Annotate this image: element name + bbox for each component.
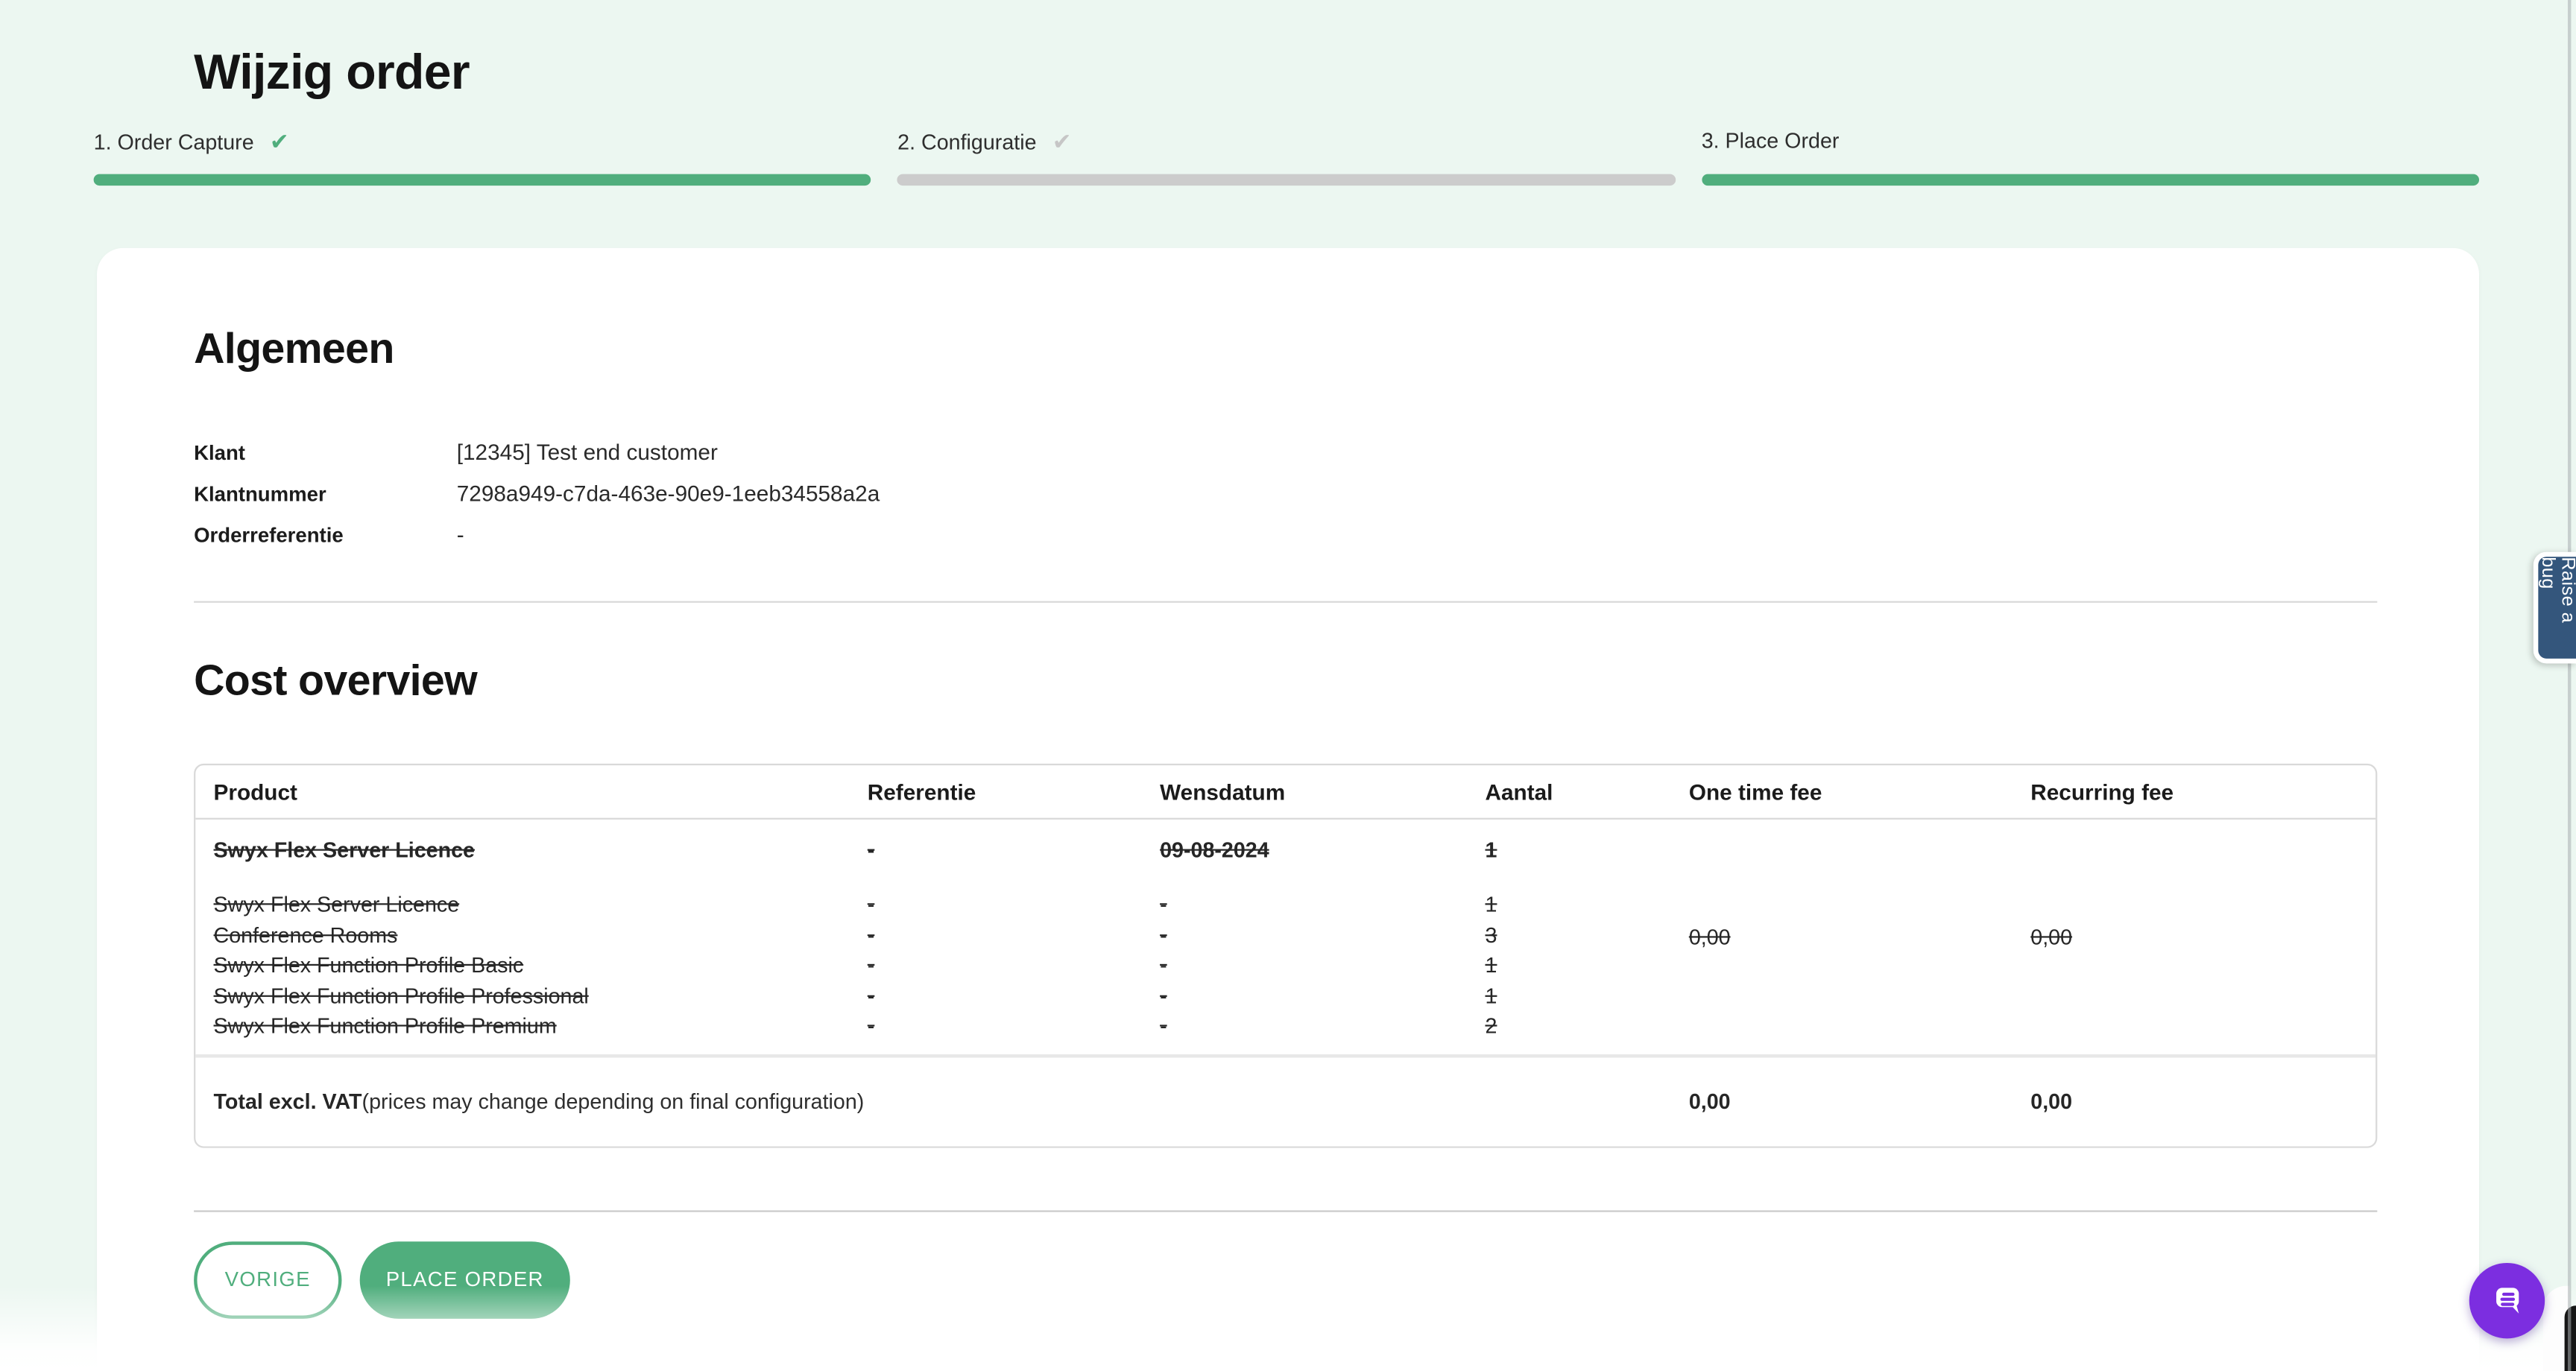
sub-aantal: 1 (1486, 951, 1689, 981)
sub-referentie: - (868, 981, 1160, 1012)
cost-table: Product Referentie Wensdatum Aantal One … (194, 764, 2377, 1147)
total-one-time-fee: 0,00 (1689, 1089, 2030, 1113)
chat-launcher-button[interactable] (2469, 1263, 2545, 1338)
field-value: - (457, 522, 2378, 547)
stepper: 1. Order Capture ✔ 2. Configuratie ✔ 3. … (0, 128, 2576, 156)
aantal-column: 1 1 3 1 1 2 (1486, 831, 1689, 1042)
page-title: Wijzig order (194, 45, 2576, 104)
sub-wensdatum: - (1160, 1012, 1485, 1042)
order-summary-card: Algemeen Klant [12345] Test end customer… (97, 248, 2479, 1371)
sub-referentie: - (868, 920, 1160, 951)
scrollbar-edge[interactable] (2568, 0, 2571, 1371)
step-label: 2. Configuratie (897, 130, 1036, 154)
check-icon: ✔ (270, 128, 289, 154)
stepper-progress (0, 174, 2576, 186)
action-buttons: VORIGE PLACE ORDER (194, 1241, 2377, 1318)
order-page: Wijzig order 1. Order Capture ✔ 2. Confi… (0, 0, 2576, 1371)
sub-wensdatum: - (1160, 890, 1485, 921)
sub-aantal: 3 (1486, 920, 1689, 951)
column-header-wensdatum: Wensdatum (1160, 779, 1485, 804)
sub-aantal: 1 (1486, 981, 1689, 1012)
total-label-note: (prices may change depending on final co… (362, 1089, 865, 1113)
field-label: Orderreferentie (194, 523, 457, 546)
sub-wensdatum: - (1160, 920, 1485, 951)
sub-aantal: 1 (1486, 890, 1689, 921)
field-orderreferentie: Orderreferentie - (194, 514, 2377, 555)
product-column: Swyx Flex Server Licence Swyx Flex Serve… (195, 831, 867, 1042)
main-aantal: 1 (1486, 831, 1689, 870)
step-order-capture[interactable]: 1. Order Capture ✔ (94, 128, 871, 156)
progress-bar-step-1 (94, 174, 871, 186)
chat-bubble-icon (2482, 1276, 2531, 1326)
product-group-row: Swyx Flex Server Licence Swyx Flex Serve… (195, 820, 2375, 1054)
field-klantnummer: Klantnummer 7298a949-c7da-463e-90e9-1eeb… (194, 473, 2377, 514)
column-header-aantal: Aantal (1486, 779, 1689, 804)
progress-bar-step-2 (897, 174, 1675, 186)
section-divider (194, 601, 2377, 603)
raise-a-bug-tab[interactable]: Raise a bug (2534, 552, 2576, 664)
sub-product-name: Swyx Flex Function Profile Basic (214, 951, 868, 981)
column-header-recurring-fee: Recurring fee (2030, 779, 2375, 804)
page-header: Wijzig order 1. Order Capture ✔ 2. Confi… (0, 0, 2576, 186)
sub-product-name: Swyx Flex Function Profile Premium (214, 1012, 868, 1042)
sub-referentie: - (868, 890, 1160, 921)
field-value: 7298a949-c7da-463e-90e9-1eeb34558a2a (457, 481, 2378, 506)
total-row: Total excl. VAT(prices may change depend… (195, 1054, 2375, 1145)
main-wensdatum: 09-08-2024 (1160, 831, 1485, 870)
step-place-order[interactable]: 3. Place Order (1702, 128, 2479, 156)
sub-wensdatum: - (1160, 951, 1485, 981)
sub-referentie: - (868, 951, 1160, 981)
cost-overview-heading: Cost overview (194, 655, 2377, 704)
field-value: [12345] Test end customer (457, 440, 2378, 465)
group-one-time-fee: 0,00 (1689, 831, 2030, 1042)
general-fields: Klant [12345] Test end customer Klantnum… (194, 432, 2377, 555)
column-header-product: Product (195, 779, 867, 804)
actions-divider (194, 1209, 2377, 1211)
check-icon: ✔ (1052, 128, 1072, 154)
sub-wensdatum: - (1160, 981, 1485, 1012)
total-recurring-fee: 0,00 (2030, 1089, 2375, 1113)
step-configuratie[interactable]: 2. Configuratie ✔ (897, 128, 1675, 156)
referentie-column: - - - - - - (868, 831, 1160, 1042)
general-section-heading: Algemeen (194, 323, 2377, 373)
cost-table-header: Product Referentie Wensdatum Aantal One … (195, 765, 2375, 820)
step-label: 3. Place Order (1702, 128, 1840, 153)
main-referentie: - (868, 831, 1160, 870)
sub-product-name: Swyx Flex Function Profile Professional (214, 981, 868, 1012)
group-recurring-fee: 0,00 (2030, 831, 2375, 1042)
progress-bar-step-3 (1702, 174, 2479, 186)
place-order-button[interactable]: PLACE ORDER (360, 1241, 570, 1318)
sub-referentie: - (868, 1012, 1160, 1042)
column-header-one-time-fee: One time fee (1689, 779, 2030, 804)
field-klant: Klant [12345] Test end customer (194, 432, 2377, 473)
field-label: Klantnummer (194, 482, 457, 505)
total-label: Total excl. VAT(prices may change depend… (195, 1089, 1689, 1113)
sub-aantal: 2 (1486, 1012, 1689, 1042)
wensdatum-column: 09-08-2024 - - - - - (1160, 831, 1485, 1042)
sub-product-name: Conference Rooms (214, 920, 868, 951)
sub-product-name: Swyx Flex Server Licence (214, 890, 868, 921)
field-label: Klant (194, 441, 457, 464)
main-product-name: Swyx Flex Server Licence (214, 831, 868, 870)
step-label: 1. Order Capture (94, 130, 254, 154)
column-header-referentie: Referentie (868, 779, 1160, 804)
previous-button[interactable]: VORIGE (194, 1241, 341, 1318)
total-label-bold: Total excl. VAT (214, 1089, 362, 1113)
